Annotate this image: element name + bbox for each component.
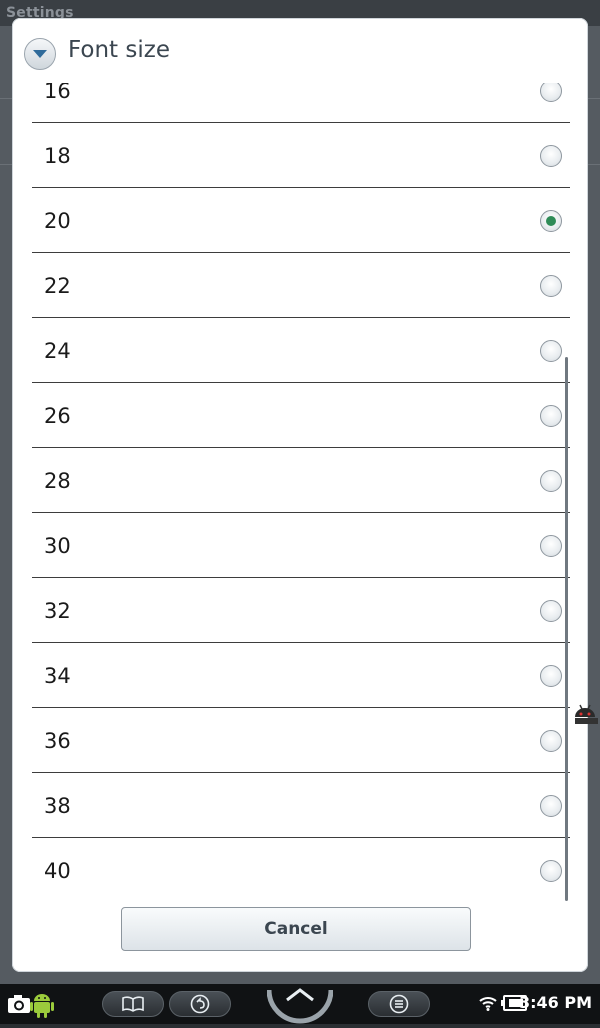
font-size-option-label: 26 (44, 403, 71, 428)
font-size-option-label: 24 (44, 338, 71, 363)
radio-button[interactable] (540, 144, 562, 167)
book-icon (122, 996, 144, 1012)
home-button[interactable] (266, 984, 334, 1024)
font-size-option[interactable]: 36 (32, 708, 570, 773)
home-icon (266, 988, 334, 1024)
wifi-icon (478, 994, 498, 1016)
font-size-list: 16 18 20 22 24 26 28 30 32 34 36 38 40 (32, 83, 570, 903)
font-size-dialog: Font size 16 18 20 22 24 26 28 30 32 34 36 38 40 Can… (12, 18, 588, 972)
font-size-option[interactable]: 38 (32, 773, 570, 838)
radio-button[interactable] (540, 534, 562, 557)
radio-button[interactable] (540, 729, 562, 752)
font-size-option[interactable]: 28 (32, 448, 570, 513)
android-icon[interactable] (30, 990, 54, 1022)
camera-icon[interactable] (6, 990, 32, 1020)
dialog-header: Font size (12, 18, 588, 86)
font-size-option-label: 18 (44, 143, 71, 168)
radio-button[interactable] (540, 859, 562, 882)
font-size-option-label: 20 (44, 208, 71, 233)
back-button[interactable] (169, 991, 231, 1017)
chevron-down-icon (24, 38, 56, 70)
font-size-option-label: 22 (44, 273, 71, 298)
font-size-option[interactable]: 22 (32, 253, 570, 318)
font-size-option[interactable]: 40 (32, 838, 570, 903)
radio-button[interactable] (540, 664, 562, 687)
radio-button[interactable] (540, 274, 562, 297)
font-size-option[interactable]: 34 (32, 643, 570, 708)
system-bar: 3:46 PM (0, 984, 600, 1024)
font-size-option[interactable]: 30 (32, 513, 570, 578)
scrollbar[interactable] (565, 357, 568, 901)
font-size-option[interactable]: 18 (32, 123, 570, 188)
radio-button[interactable] (540, 404, 562, 427)
radio-button[interactable] (540, 599, 562, 622)
menu-icon (389, 994, 409, 1014)
font-size-option[interactable]: 32 (32, 578, 570, 643)
clock: 3:46 PM (518, 993, 592, 1012)
android-side-tab-icon[interactable] (572, 702, 598, 726)
font-size-option-label: 34 (44, 663, 71, 688)
font-size-option[interactable]: 26 (32, 383, 570, 448)
cancel-button[interactable]: Cancel (121, 907, 471, 951)
radio-button[interactable] (540, 469, 562, 492)
font-size-option-label: 28 (44, 468, 71, 493)
radio-button[interactable] (540, 83, 562, 102)
font-size-option[interactable]: 20 (32, 188, 570, 253)
font-size-option-label: 38 (44, 793, 71, 818)
font-size-option-label: 40 (44, 858, 71, 883)
book-button[interactable] (102, 991, 164, 1017)
font-size-option-label: 36 (44, 728, 71, 753)
font-size-option[interactable]: 24 (32, 318, 570, 383)
radio-button[interactable] (540, 339, 562, 362)
font-size-option-label: 30 (44, 533, 71, 558)
font-size-option[interactable]: 16 (32, 83, 570, 123)
radio-selected-dot (546, 215, 556, 226)
radio-button[interactable] (540, 209, 562, 232)
back-icon (190, 994, 210, 1014)
radio-button[interactable] (540, 794, 562, 817)
font-size-option-label: 32 (44, 598, 71, 623)
dialog-title: Font size (68, 37, 170, 63)
font-size-option-label: 16 (44, 83, 71, 103)
menu-button[interactable] (368, 991, 430, 1017)
